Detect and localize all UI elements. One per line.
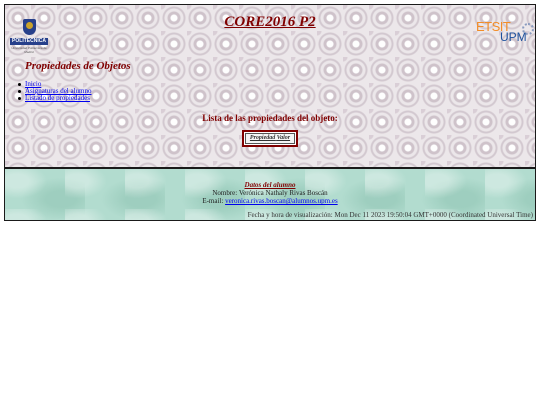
etsit-logo: ETSIT UPM [476, 19, 536, 51]
header-area: POLITÉCNICA Universidad Politécnica de M… [5, 5, 535, 169]
student-name-line: Nombre: Verónica Nathaly Rivas Boscán [5, 189, 535, 197]
nav-link-propiedades[interactable]: Listado de propiedades [25, 94, 90, 102]
column-header-value: Valor [276, 135, 291, 141]
gear-icon [522, 23, 534, 35]
upm-logo-subtitle: Universidad Politécnica de Madrid [11, 46, 47, 54]
column-header-property: Propiedad [249, 135, 276, 141]
section-title: Propiedades de Objetos [25, 60, 131, 72]
upm-logo-text: POLITÉCNICA [10, 38, 48, 45]
view-timestamp: Fecha y hora de visualización: Mon Dec 1… [247, 211, 533, 219]
nav-list: Inicio Asignaturas del alumno Listado de… [17, 81, 92, 102]
page-title: CORE2016 P2 [224, 14, 316, 30]
properties-table-header: Propiedad Valor [245, 133, 295, 144]
student-data-title: Datos del alumno [244, 181, 296, 189]
student-name-label: Nombre: [212, 189, 238, 197]
student-name-value: Verónica Nathaly Rivas Boscán [238, 189, 328, 197]
footer: Datos del alumno Nombre: Verónica Nathal… [5, 169, 535, 220]
properties-table: Propiedad Valor [242, 130, 298, 147]
page-frame: POLITÉCNICA Universidad Politécnica de M… [4, 4, 536, 221]
student-email-line: E-mail: veronica.rivas.boscan@alumnos.up… [5, 197, 535, 205]
properties-list-title: Lista de las propiedades del objeto: [202, 113, 338, 123]
nav-item-propiedades: Listado de propiedades [17, 95, 92, 102]
student-email-label: E-mail: [202, 197, 224, 205]
student-email-link[interactable]: veronica.rivas.boscan@alumnos.upm.es [225, 197, 338, 205]
